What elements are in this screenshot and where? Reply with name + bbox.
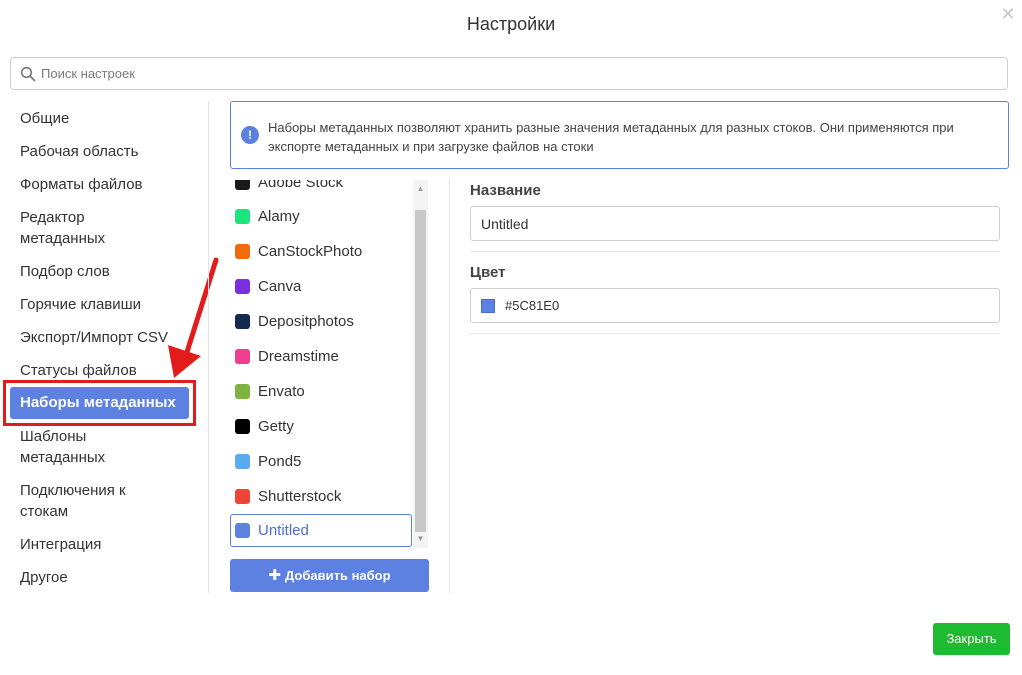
list-item[interactable]: Envato [230,375,412,408]
add-set-label: Добавить набор [285,568,391,583]
color-swatch [235,384,250,399]
list-item-label: Pond5 [258,453,302,470]
color-swatch [235,244,250,259]
list-item-label: Getty [258,418,294,435]
add-set-button[interactable]: ✚ Добавить набор [230,559,429,592]
color-swatch [235,314,250,329]
color-value: #5C81E0 [505,298,560,313]
sidebar-item-metadata-templates[interactable]: Шаблоны метаданных [20,426,120,468]
divider [449,180,450,593]
color-swatch [235,180,250,190]
sidebar-item-integration[interactable]: Интеграция [20,534,200,555]
color-swatch [235,454,250,469]
name-input[interactable] [481,207,981,240]
info-icon: ! [241,126,259,144]
divider [208,101,209,593]
list-item[interactable]: Depositphotos [230,305,412,338]
list-item[interactable]: Dreamstime [230,340,412,373]
sidebar-item-hotkeys[interactable]: Горячие клавиши [20,294,200,315]
list-item[interactable]: Canva [230,270,412,303]
color-swatch [235,419,250,434]
list-item-selected[interactable]: Untitled [230,514,412,547]
search-input[interactable] [41,58,1001,89]
sidebar-item-file-statuses[interactable]: Статусы файлов [20,360,200,381]
divider [470,333,1000,334]
list-item[interactable]: Getty [230,410,412,443]
color-field[interactable]: #5C81E0 [470,288,1000,323]
list-item-label: Untitled [258,522,309,539]
list-item[interactable]: Pond5 [230,445,412,478]
sidebar-item-metadata-sets[interactable]: Наборы метаданных [10,387,189,419]
close-button[interactable]: Закрыть [933,623,1010,655]
name-label: Название [470,182,541,199]
scroll-down-icon[interactable]: ▼ [413,532,428,546]
color-swatch [235,489,250,504]
dialog-title: Настройки [466,14,556,34]
list-item-label: Shutterstock [258,488,342,505]
sidebar-item-csv[interactable]: Экспорт/Импорт CSV [20,327,200,348]
list-item-label: Canva [258,278,302,295]
list-item-label: Dreamstime [258,348,339,365]
color-swatch [235,279,250,294]
list-item[interactable]: Shutterstock [230,480,412,513]
list-item-label: Depositphotos [258,313,354,330]
info-box: ! Наборы метаданных позволяют хранить ра… [230,101,1009,169]
list-item[interactable]: Adobe Stock [230,180,412,199]
sidebar-item-word-picker[interactable]: Подбор слов [20,261,200,282]
sidebar-item-stock-connections[interactable]: Подключения к стокам [20,480,145,522]
name-field [470,206,1000,241]
list-item[interactable]: CanStockPhoto [230,235,412,268]
sidebar-item-metadata-editor[interactable]: Редактор метаданных [20,207,120,249]
plus-icon: ✚ [268,567,281,584]
list-item-label: Adobe Stock [258,180,344,191]
list-item-label: Envato [258,383,305,400]
search-box [10,57,1008,90]
color-swatch [235,349,250,364]
sidebar-item-file-formats[interactable]: Форматы файлов [20,174,200,195]
color-swatch [235,523,250,538]
close-icon[interactable]: ✕ [1000,5,1016,23]
metadata-sets-list: Adobe Stock Alamy CanStockPhoto Canva De… [230,180,412,548]
sidebar-item-general[interactable]: Общие [20,108,200,129]
list-scrollbar[interactable]: ▲ ▼ [413,180,428,548]
sidebar-item-workspace[interactable]: Рабочая область [20,141,200,162]
color-swatch[interactable] [481,299,495,313]
list-item[interactable]: Alamy [230,200,412,233]
scroll-up-icon[interactable]: ▲ [413,182,428,196]
sidebar-item-other[interactable]: Другое [20,567,200,588]
search-icon [20,66,36,82]
color-swatch [235,209,250,224]
list-item-label: CanStockPhoto [258,243,363,260]
divider [470,251,1000,252]
list-item-label: Alamy [258,208,300,225]
color-label: Цвет [470,264,506,281]
info-text: Наборы метаданных позволяют хранить разн… [268,120,954,154]
scroll-thumb[interactable] [415,210,426,532]
